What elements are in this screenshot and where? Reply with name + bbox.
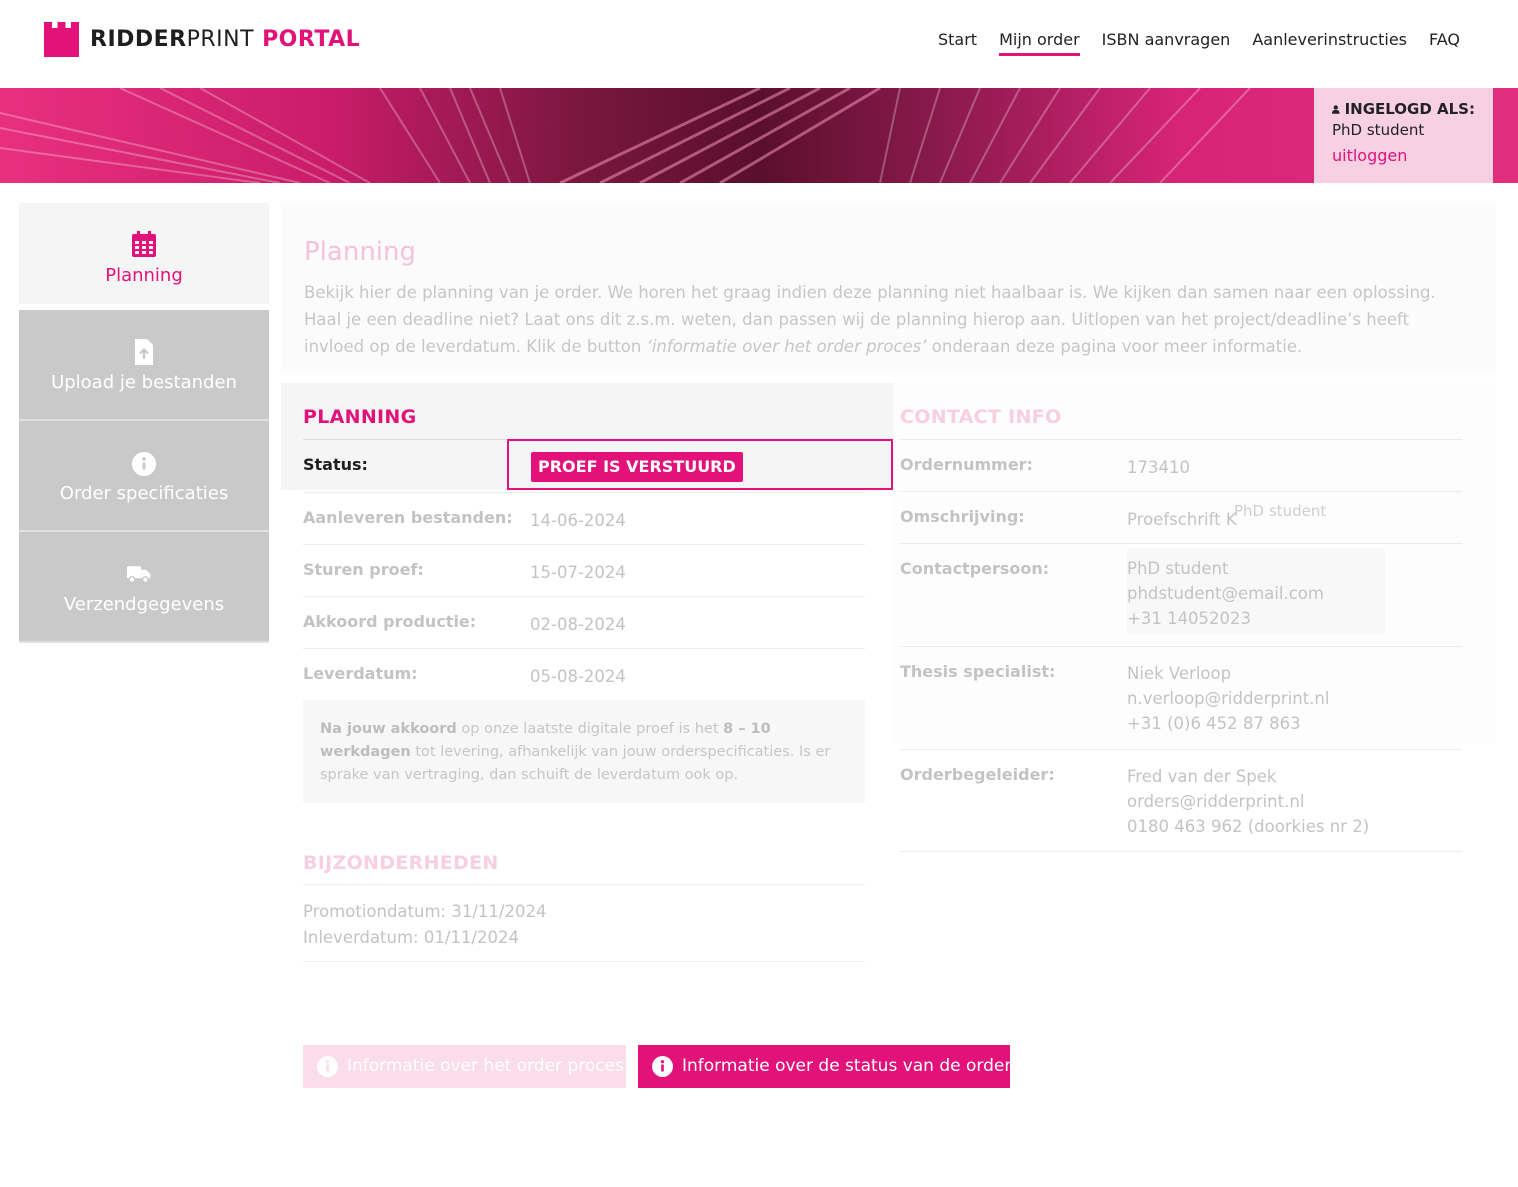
logo-word-print: PRINT — [186, 27, 255, 52]
thesis-specialist-email[interactable]: n.verloop@ridderprint.nl — [1127, 686, 1329, 711]
status-label: Status: — [303, 455, 368, 474]
orderbegeleider-phone: 0180 463 962 (doorkies nr 2) — [1127, 817, 1370, 836]
planning-row-value: 15-07-2024 — [530, 563, 626, 582]
ridderprint-logo[interactable]: RIDDERPRINT PORTAL — [44, 22, 360, 57]
sidebar-item-verzendgegevens[interactable]: Verzendgegevens — [19, 532, 269, 643]
logo-word-ridder: RIDDER — [90, 27, 187, 52]
sidebar-label-planning: Planning — [105, 265, 183, 286]
contact-row-ordernummer: Ordernummer: 173410 — [900, 439, 1462, 491]
contact-person-phone: +31 14052023 — [1127, 609, 1252, 628]
info-icon — [132, 452, 156, 476]
user-icon — [1332, 104, 1340, 114]
planning-section-title: PLANNING — [303, 406, 417, 428]
contact-person-email: phdstudent@email.com — [1127, 584, 1324, 603]
contact-person-name: PhD student — [1127, 559, 1229, 578]
contact-label: Thesis specialist: — [900, 662, 1056, 681]
contact-row-omschrijving: Omschrijving: Proefschrift K — [900, 491, 1462, 543]
login-title: INGELOGD ALS: — [1332, 100, 1475, 118]
planning-row-label: Sturen proef: — [303, 560, 424, 579]
nav-mijn-order[interactable]: Mijn order — [999, 30, 1080, 56]
promotiondatum: Promotiondatum: 31/11/2024 — [303, 902, 547, 921]
file-upload-icon — [135, 339, 153, 365]
thesis-specialist-phone: +31 (0)6 452 87 863 — [1127, 714, 1301, 733]
order-process-button-label: Informatie over het order proces — [347, 1056, 624, 1076]
description-overlay-name: PhD student — [1234, 502, 1327, 520]
planning-row: Sturen proef: 15-07-2024 — [303, 544, 865, 596]
order-status-info-button[interactable]: Informatie over de status van de order — [638, 1045, 1012, 1088]
note-text-1: op onze laatste digitale proef is het — [456, 721, 724, 737]
nav-start[interactable]: Start — [938, 30, 977, 56]
logo-word-portal: PORTAL — [262, 27, 361, 52]
intro-text-part2: onderaan deze pagina voor meer informati… — [926, 337, 1303, 356]
planning-row-label: Leverdatum: — [303, 664, 418, 683]
planning-row-value: 05-08-2024 — [530, 667, 626, 686]
contact-row-orderbegeleider: Orderbegeleider: Fred van der Spek order… — [900, 749, 1462, 852]
nav-aanleverinstructies[interactable]: Aanleverinstructies — [1252, 30, 1407, 56]
bijzonderheden-text: Promotiondatum: 31/11/2024 Inleverdatum:… — [303, 899, 546, 951]
nav-isbn-aanvragen[interactable]: ISBN aanvragen — [1102, 30, 1231, 56]
planning-row-value: 14-06-2024 — [530, 511, 626, 530]
intro-card: Planning Bekijk hier de planning van je … — [281, 203, 1496, 373]
contact-label: Orderbegeleider: — [900, 765, 1055, 784]
site-header: RIDDERPRINT PORTAL Start Mijn order ISBN … — [0, 0, 1518, 88]
planning-row-label: Aanleveren bestanden: — [303, 508, 513, 527]
contact-label: Ordernummer: — [900, 455, 1033, 474]
orderbegeleider-name: Fred van der Spek — [1127, 767, 1277, 786]
divider — [303, 884, 865, 885]
nav-faq[interactable]: FAQ — [1429, 30, 1460, 56]
order-number: 173410 — [1127, 458, 1190, 477]
header-banner-image — [0, 88, 1518, 183]
contact-row-thesis-specialist: Thesis specialist: Niek Verloop n.verloo… — [900, 646, 1462, 749]
info-icon — [652, 1056, 673, 1077]
logged-in-user: PhD student — [1332, 121, 1425, 139]
orderbegeleider-email[interactable]: orders@ridderprint.nl — [1127, 789, 1369, 814]
calendar-icon — [132, 231, 156, 257]
truck-icon — [127, 566, 151, 584]
planning-row: Leverdatum: 05-08-2024 — [303, 648, 865, 700]
inleverdatum: Inleverdatum: 01/11/2024 — [303, 928, 519, 947]
sidebar-item-planning[interactable]: Planning — [19, 203, 269, 310]
contact-section-title: CONTACT INFO — [900, 406, 1062, 428]
intro-text: Bekijk hier de planning van je order. We… — [304, 279, 1464, 360]
login-title-text: INGELOGD ALS: — [1344, 100, 1475, 118]
order-description: Proefschrift K — [1127, 510, 1237, 529]
sidebar-item-order-specificaties[interactable]: Order specificaties — [19, 421, 269, 532]
sidebar-label-upload: Upload je bestanden — [51, 372, 237, 393]
planning-row: Aanleveren bestanden: 14-06-2024 — [303, 492, 865, 544]
castle-icon — [44, 22, 79, 57]
note-bold-1: Na jouw akkoord — [320, 721, 457, 737]
planning-row-value: 02-08-2024 — [530, 615, 626, 634]
sidebar-label-order-specificaties: Order specificaties — [59, 483, 229, 504]
status-badge: PROEF IS VERSTUURD — [531, 452, 743, 482]
planning-row-label: Akkoord productie: — [303, 612, 477, 631]
status-row: Status: — [303, 439, 507, 491]
thesis-specialist-name: Niek Verloop — [1127, 664, 1232, 683]
contact-label: Omschrijving: — [900, 507, 1025, 526]
logout-link[interactable]: uitloggen — [1332, 146, 1475, 165]
thesis-specialist-details: Niek Verloop n.verloop@ridderprint.nl +3… — [1127, 661, 1329, 736]
planning-row: Akkoord productie: 02-08-2024 — [303, 596, 865, 648]
delivery-note: Na jouw akkoord op onze laatste digitale… — [303, 700, 865, 803]
contactpersoon-details: PhD student phdstudent@email.com +31 140… — [1127, 556, 1324, 631]
login-panel: INGELOGD ALS: PhD student uitloggen — [1314, 88, 1493, 183]
main-nav: Start Mijn order ISBN aanvragen Aanlever… — [916, 30, 1460, 56]
intro-text-emphasis: ‘informatie over het order proces’ — [646, 337, 927, 356]
order-process-info-button[interactable]: Informatie over het order proces — [303, 1045, 626, 1088]
bijzonderheden-title: BIJZONDERHEDEN — [303, 852, 499, 874]
info-icon — [317, 1056, 338, 1077]
page-title: Planning — [304, 237, 416, 267]
order-status-button-label: Informatie over de status van de order — [682, 1056, 1012, 1076]
contact-label: Contactpersoon: — [900, 559, 1050, 578]
logo-text: RIDDERPRINT PORTAL — [90, 22, 360, 57]
sidebar-item-upload[interactable]: Upload je bestanden — [19, 310, 269, 421]
orderbegeleider-details: Fred van der Spek orders@ridderprint.nl … — [1127, 764, 1369, 839]
divider — [303, 961, 865, 962]
sidebar: Planning Upload je bestanden Order speci… — [19, 203, 269, 643]
sidebar-label-verzendgegevens: Verzendgegevens — [63, 594, 225, 615]
